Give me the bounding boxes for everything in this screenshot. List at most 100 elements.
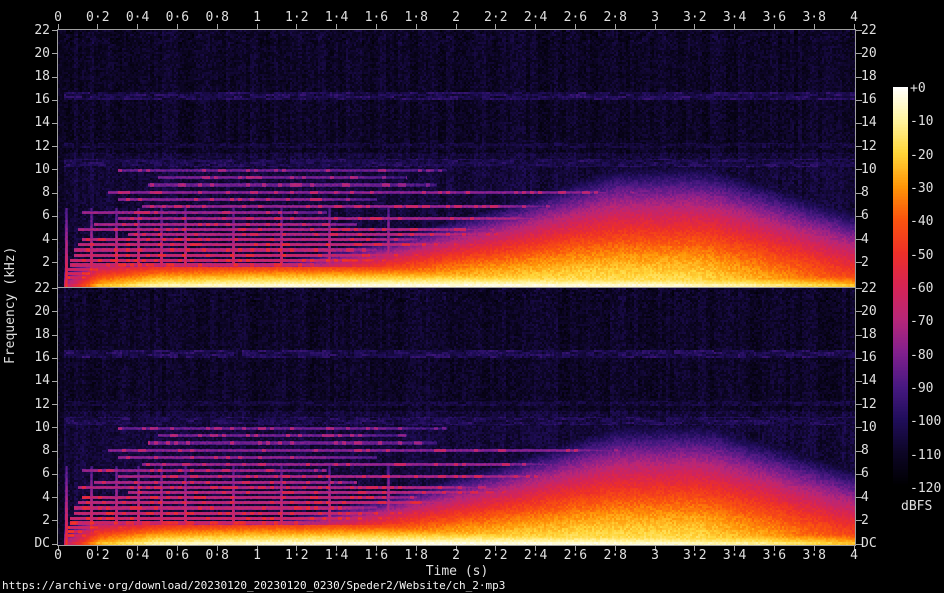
freq-tick-mark xyxy=(52,193,58,194)
freq-tick-label: 2 xyxy=(861,514,869,528)
time-tick-label: 1·4 xyxy=(317,11,357,25)
freq-tick-label: 10 xyxy=(6,163,50,177)
freq-tick-label: 12 xyxy=(861,398,877,412)
time-axis-title: Time (s) xyxy=(425,565,489,579)
time-tick-label: 1·4 xyxy=(317,549,357,563)
colorbar-gradient xyxy=(893,87,908,488)
freq-tick-mark xyxy=(52,53,58,54)
time-tick-label: 0·4 xyxy=(118,549,158,563)
freq-tick-label: 2 xyxy=(6,256,50,270)
freq-tick-label: 22 xyxy=(6,282,50,296)
freq-tick-mark xyxy=(52,427,58,428)
spectrogram-channel-1 xyxy=(58,30,855,287)
time-tick-label: 3·6 xyxy=(754,11,794,25)
freq-tick-label: 8 xyxy=(861,186,869,200)
time-tick-label: 0 xyxy=(38,549,78,563)
freq-tick-label: 18 xyxy=(861,70,877,84)
freq-tick-label: 4 xyxy=(861,491,869,505)
time-tick-label: 2·6 xyxy=(555,11,595,25)
time-tick-label: 1·2 xyxy=(277,11,317,25)
freq-tick-mark xyxy=(52,169,58,170)
freq-tick-label: 16 xyxy=(6,93,50,107)
time-tick-label: 3·4 xyxy=(715,549,755,563)
freq-tick-mark xyxy=(52,239,58,240)
time-tick-label: 2·8 xyxy=(595,549,635,563)
freq-tick-label: 10 xyxy=(861,421,877,435)
freq-tick-label: 20 xyxy=(861,305,877,319)
freq-tick-label: 2 xyxy=(861,256,869,270)
freq-tick-mark xyxy=(52,30,58,31)
time-tick-label: 3·8 xyxy=(794,11,834,25)
freq-tick-mark xyxy=(52,404,58,405)
colorbar-tick-label: -90 xyxy=(910,382,933,396)
freq-tick-mark xyxy=(52,262,58,263)
freq-tick-label: 20 xyxy=(6,47,50,61)
colorbar-unit-label: dBFS xyxy=(901,500,932,514)
time-tick-label: 0·6 xyxy=(157,549,197,563)
freq-tick-label: 6 xyxy=(861,467,869,481)
spectrogram-image: dBFS Frequency (kHz) Time (s) https://ar… xyxy=(0,0,944,593)
freq-tick-label: 8 xyxy=(6,186,50,200)
time-tick-label: 1·6 xyxy=(356,11,396,25)
freq-tick-mark xyxy=(52,216,58,217)
freq-tick-mark xyxy=(52,100,58,101)
freq-tick-label: 2 xyxy=(6,514,50,528)
freq-tick-label: 14 xyxy=(861,116,877,130)
freq-tick-mark xyxy=(52,146,58,147)
freq-tick-label: 6 xyxy=(6,467,50,481)
freq-tick-label: 6 xyxy=(6,209,50,223)
freq-tick-mark xyxy=(52,451,58,452)
freq-tick-mark xyxy=(52,544,58,545)
freq-tick-label: DC xyxy=(861,537,877,551)
freq-tick-label: 20 xyxy=(6,305,50,319)
freq-tick-mark xyxy=(52,497,58,498)
freq-tick-label: 8 xyxy=(861,444,869,458)
time-tick-label: 2 xyxy=(436,11,476,25)
freq-tick-mark xyxy=(52,381,58,382)
spectrogram-channel-2 xyxy=(58,288,855,545)
source-url: https://archive·org/download/20230120_20… xyxy=(2,579,505,592)
colorbar-tick-label: -110 xyxy=(910,449,941,463)
freq-tick-label: 18 xyxy=(861,328,877,342)
colorbar-tick-label: -10 xyxy=(910,115,933,129)
freq-tick-label: 12 xyxy=(861,140,877,154)
time-tick-label: 4 xyxy=(834,549,874,563)
freq-tick-mark xyxy=(52,123,58,124)
time-tick-label: 2·4 xyxy=(516,549,556,563)
freq-tick-label: 8 xyxy=(6,444,50,458)
freq-tick-label: 6 xyxy=(861,209,869,223)
time-tick-label: 1·2 xyxy=(277,549,317,563)
time-tick-label: 0·2 xyxy=(78,549,118,563)
freq-tick-mark xyxy=(52,288,58,289)
colorbar-tick-label: -80 xyxy=(910,349,933,363)
time-tick-label: 3·2 xyxy=(675,11,715,25)
freq-tick-label: 22 xyxy=(861,24,877,38)
time-tick-label: 0·4 xyxy=(118,11,158,25)
colorbar-tick-label: -70 xyxy=(910,315,933,329)
freq-tick-label: 18 xyxy=(6,328,50,342)
freq-tick-mark xyxy=(52,77,58,78)
freq-tick-mark xyxy=(52,358,58,359)
colorbar-tick-label: -50 xyxy=(910,249,933,263)
freq-tick-label: 22 xyxy=(861,282,877,296)
time-tick-label: 2·6 xyxy=(555,549,595,563)
colorbar-tick-label: -120 xyxy=(910,482,941,496)
time-tick-label: 0·6 xyxy=(157,11,197,25)
time-tick-label: 3 xyxy=(635,11,675,25)
colorbar-tick-label: -100 xyxy=(910,415,941,429)
freq-tick-label: 4 xyxy=(6,233,50,247)
freq-tick-label: 4 xyxy=(6,491,50,505)
freq-tick-label: DC xyxy=(6,537,50,551)
freq-tick-label: 20 xyxy=(861,47,877,61)
time-tick-label: 3·4 xyxy=(715,11,755,25)
time-tick-label: 1 xyxy=(237,11,277,25)
time-tick-label: 0·2 xyxy=(78,11,118,25)
freq-tick-label: 4 xyxy=(861,233,869,247)
freq-tick-label: 14 xyxy=(6,116,50,130)
time-tick-label: 3·8 xyxy=(794,549,834,563)
freq-tick-label: 10 xyxy=(6,421,50,435)
freq-tick-mark xyxy=(52,520,58,521)
time-tick-label: 3 xyxy=(635,549,675,563)
colorbar-tick-label: -60 xyxy=(910,282,933,296)
colorbar-tick-label: +0 xyxy=(910,82,926,96)
